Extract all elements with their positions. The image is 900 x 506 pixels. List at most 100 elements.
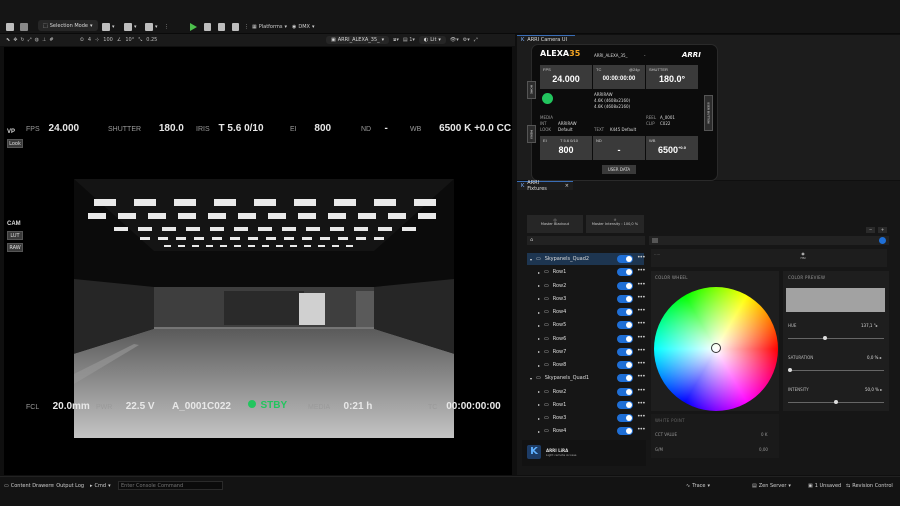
view-mode-dropdown[interactable]: ◐ Lit ▾ xyxy=(418,36,446,44)
more-options-icon[interactable]: ••• xyxy=(637,281,646,288)
chevron-right-icon[interactable]: ▸ xyxy=(538,402,540,407)
user-button-side[interactable]: USER BUTTON xyxy=(704,95,713,131)
fixture-enable-toggle[interactable] xyxy=(617,334,633,343)
cam-tc-cell[interactable]: TC @24p 00:00:00:00 xyxy=(593,65,645,89)
more-options-icon[interactable]: ••• xyxy=(637,254,646,261)
chevron-right-icon[interactable]: ▸ xyxy=(538,296,540,301)
cam-wb-cell[interactable]: WB 6500+0.0 xyxy=(646,136,698,160)
master-intensity-control[interactable]: ☼ Master Intensity : 100,0 % xyxy=(586,215,644,233)
fixture-enabled-toggle[interactable] xyxy=(879,237,886,244)
saturation-value[interactable]: 0,0 % xyxy=(867,355,878,360)
menu-side-button[interactable]: MENU xyxy=(527,125,536,143)
step-icon[interactable] xyxy=(204,20,213,34)
more-options-icon[interactable]: ••• xyxy=(637,334,646,341)
hue-value-wrap[interactable]: 137,1 °▸ xyxy=(861,323,878,328)
cam-fps-cell[interactable]: FPS 24.000 xyxy=(540,65,592,89)
scale-snap-value[interactable]: 0.25 xyxy=(146,37,157,43)
more-options-icon[interactable]: ⋮ xyxy=(244,20,249,34)
revision-control-button[interactable]: ⇆ Revision Control xyxy=(846,479,893,493)
chevron-right-icon[interactable]: ▸ xyxy=(538,416,540,421)
camera-speed-value[interactable]: 4 xyxy=(88,37,91,43)
content-drawer-button[interactable]: ▭ Content Drawer xyxy=(4,479,50,493)
save-icon[interactable] xyxy=(6,20,16,34)
chevron-right-icon[interactable]: ▸ xyxy=(538,336,540,341)
more-options-icon[interactable]: ••• xyxy=(637,294,646,301)
more-options-icon[interactable]: ••• xyxy=(637,307,646,314)
intensity-slider-knob[interactable] xyxy=(834,400,838,404)
chevron-right-icon[interactable]: ▸ xyxy=(538,429,540,434)
saturation-slider-track[interactable] xyxy=(788,370,884,371)
cam-ei-cell[interactable]: EI T 5.6 0/10 800 xyxy=(540,136,592,160)
console-input[interactable] xyxy=(118,481,223,490)
more-options-icon[interactable]: ••• xyxy=(637,320,646,327)
output-log-button[interactable]: ≡ Output Log xyxy=(50,479,84,493)
grid-snap-icon[interactable]: # xyxy=(49,37,53,43)
master-blackout-button[interactable]: ◎ Master Blackout xyxy=(527,215,583,233)
viewport-camera-dropdown[interactable]: ▣ ARRI_ALEXA_35_ ▾ xyxy=(326,36,390,44)
rotation-snap-value[interactable]: 10° xyxy=(125,37,134,43)
more-options-icon[interactable]: ••• xyxy=(637,347,646,354)
gm-value[interactable]: 0,00 xyxy=(759,447,768,452)
more-options-icon[interactable]: ••• xyxy=(637,413,646,420)
more-options-icon[interactable]: ••• xyxy=(637,360,646,367)
fixture-enable-toggle[interactable] xyxy=(617,361,633,369)
eject-icon[interactable] xyxy=(232,20,241,34)
platforms-dropdown[interactable]: ▦ Platforms ▾ xyxy=(252,20,287,34)
show-flags-icon[interactable]: 👁▾ xyxy=(450,37,459,43)
home-side-button[interactable]: HOME xyxy=(527,81,536,99)
move-icon[interactable]: ✥ xyxy=(13,37,17,43)
intensity-value[interactable]: 50,0 % xyxy=(865,387,879,392)
more-options-icon[interactable]: ••• xyxy=(637,267,646,274)
chevron-right-icon[interactable]: ▸ xyxy=(538,270,540,275)
close-icon[interactable]: × xyxy=(565,183,569,189)
chevron-right-icon[interactable]: ▸ xyxy=(538,323,540,328)
fixture-enable-toggle[interactable] xyxy=(617,308,633,316)
hue-value[interactable]: 137,1 xyxy=(861,323,872,328)
selection-mode-dropdown[interactable]: ⬚ Selection Mode ▾ xyxy=(38,20,98,31)
hue-slider-knob[interactable] xyxy=(822,336,827,340)
camera-dropdown-icon[interactable]: - xyxy=(644,53,645,58)
fixture-enable-toggle[interactable] xyxy=(617,294,633,303)
fixture-enable-toggle[interactable] xyxy=(617,268,633,277)
color-picker-handle[interactable] xyxy=(711,343,721,353)
chevron-right-icon[interactable]: ▸ xyxy=(538,283,540,288)
fixture-enable-toggle[interactable] xyxy=(617,321,633,330)
plus-button[interactable]: + xyxy=(878,227,887,233)
more-options-icon[interactable]: ••• xyxy=(637,373,646,380)
intensity-value-wrap[interactable]: 50,0 % ▸ xyxy=(865,387,882,392)
zen-server-dropdown[interactable]: ▤ Zen Server ▾ xyxy=(752,479,791,493)
level-viewport[interactable]: FPS 24.000 SHUTTER 180.0 IRIS T 5.6 0/10… xyxy=(4,47,512,475)
cmd-dropdown[interactable]: ▸ Cmd ▾ xyxy=(90,479,111,493)
transform-tools[interactable]: ⬉ ✥ ↻ ⤢ ◍ ⊥ # xyxy=(6,37,54,43)
grid-size-value[interactable]: 100 xyxy=(103,37,113,43)
fixture-enable-toggle[interactable] xyxy=(617,281,633,290)
dmx-dropdown[interactable]: ◉ DMX ▾ xyxy=(292,20,314,34)
scale-icon[interactable]: ⤢ xyxy=(28,37,32,43)
blueprint-icon[interactable]: ▾ xyxy=(124,20,137,34)
settings-icon[interactable]: ⚙▾ xyxy=(463,37,470,43)
minus-button[interactable]: − xyxy=(866,227,875,233)
rotation-snap-icon[interactable]: ∠ xyxy=(117,37,121,43)
more-options-icon[interactable]: ••• xyxy=(637,426,646,433)
layout-icon[interactable]: ▤ 1▾ xyxy=(403,37,415,43)
tab-camera-ui[interactable]: K ARRI Camera UI xyxy=(517,35,575,44)
kebab-icon[interactable]: ⋮ xyxy=(164,20,169,34)
chevron-right-icon[interactable]: ▸ xyxy=(538,349,540,354)
surface-snap-icon[interactable]: ⊥ xyxy=(42,37,46,43)
cinematics-icon[interactable]: ▾ xyxy=(145,20,158,34)
camera-speed-icon[interactable]: ⏲ xyxy=(80,37,84,43)
record-indicator-icon[interactable] xyxy=(542,93,553,104)
saturation-slider-knob[interactable] xyxy=(788,368,792,372)
translate-snap-icon[interactable]: ⊹ xyxy=(95,37,99,43)
saturation-value-wrap[interactable]: 0,0 % ▸ xyxy=(867,355,882,360)
home-icon[interactable]: ⌂ xyxy=(530,237,533,243)
more-options-icon[interactable]: ••• xyxy=(637,400,646,407)
tab-fixtures[interactable]: K ARRI Fixtures × xyxy=(517,180,573,192)
fixture-enable-toggle[interactable] xyxy=(617,374,633,383)
cam-shutter-cell[interactable]: SHUTTER 180.0° xyxy=(646,65,698,89)
fixture-enable-toggle[interactable] xyxy=(617,347,633,356)
play-button[interactable] xyxy=(190,20,197,34)
cam-nd-cell[interactable]: ND - xyxy=(593,136,645,160)
chevron-down-icon[interactable]: ▾ xyxy=(530,376,532,381)
look-button[interactable]: Look xyxy=(7,139,23,148)
